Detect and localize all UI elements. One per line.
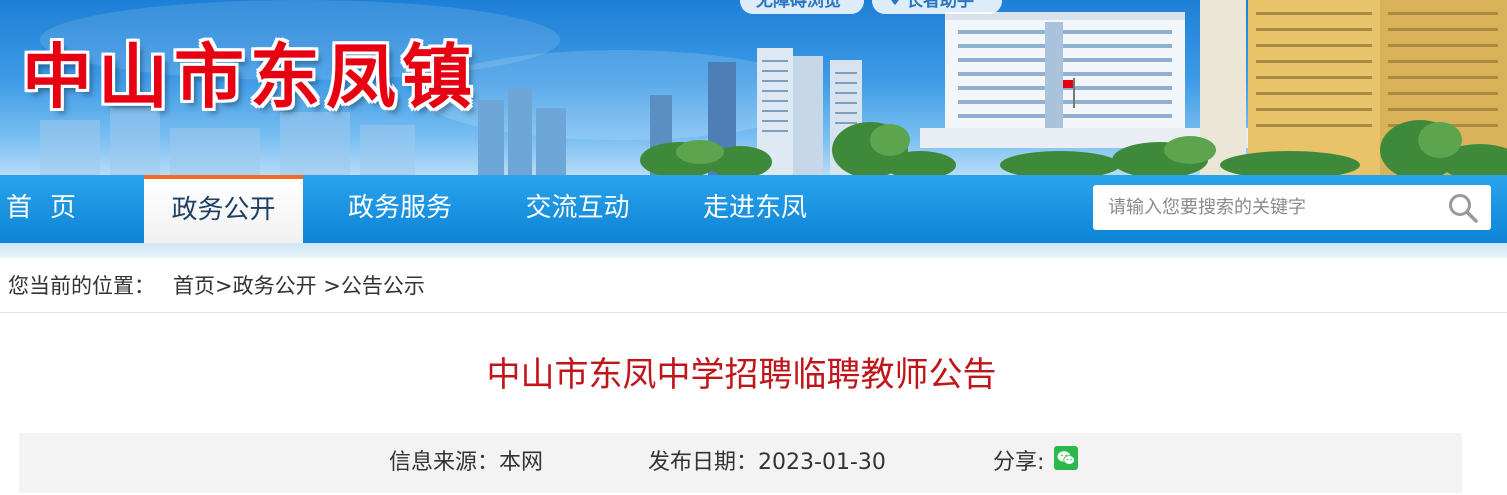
breadcrumb-prefix: 您当前的位置：: [8, 274, 155, 298]
nav-item-interaction[interactable]: 交流互动: [500, 175, 655, 243]
elder-assistant-label: 长者助手: [906, 0, 974, 11]
date-value: 2023-01-30: [758, 450, 886, 475]
main-nav: 首页 政务公开 政务服务 交流互动 走进东凤: [0, 175, 1507, 243]
elder-assistant-button[interactable]: 长者助手: [872, 0, 1002, 14]
nav-item-about-dongfeng[interactable]: 走进东凤: [680, 175, 830, 243]
share-label: 分享:: [993, 450, 1045, 475]
search-input[interactable]: [1093, 185, 1433, 230]
article-title: 中山市东凤中学招聘临聘教师公告: [486, 355, 997, 395]
breadcrumb-section-link[interactable]: 政务公开: [233, 274, 317, 298]
location-pin-icon: [888, 0, 902, 14]
nav-bottom-strip: [0, 243, 1507, 258]
accessibility-browse-label: 无障碍浏览: [756, 0, 841, 11]
breadcrumb-separator: >: [215, 274, 233, 298]
site-title: 中山市东凤镇: [22, 36, 478, 118]
source-label: 信息来源：: [389, 450, 500, 475]
wechat-share-button[interactable]: [1054, 446, 1078, 470]
breadcrumb-separator: >: [316, 274, 341, 298]
breadcrumb-divider: [0, 312, 1507, 313]
nav-item-home[interactable]: 首页: [0, 175, 100, 243]
search-box: [1093, 185, 1491, 230]
accessibility-browse-button[interactable]: 无障碍浏览: [740, 0, 864, 14]
breadcrumb-current-link[interactable]: 公告公示: [341, 274, 425, 298]
wechat-icon: [1054, 451, 1078, 474]
search-icon: [1447, 194, 1479, 227]
date-label: 发布日期：: [648, 450, 759, 475]
breadcrumb: 您当前的位置： 首页>政务公开 >公告公示: [8, 270, 425, 302]
meta-source: 信息来源：本网: [389, 447, 543, 479]
search-button[interactable]: [1447, 192, 1479, 224]
meta-date: 发布日期：2023-01-30: [648, 447, 886, 479]
site-banner: 无障碍浏览 长者助手 中山市东凤镇: [0, 0, 1507, 175]
article-meta-bar: 信息来源：本网 发布日期：2023-01-30 分享:: [19, 433, 1462, 493]
nav-item-government-service[interactable]: 政务服务: [320, 175, 480, 243]
breadcrumb-home-link[interactable]: 首页: [173, 274, 215, 298]
source-value: 本网: [499, 450, 544, 475]
meta-share: 分享:: [993, 447, 1044, 479]
nav-item-government-open[interactable]: 政务公开: [144, 175, 303, 243]
